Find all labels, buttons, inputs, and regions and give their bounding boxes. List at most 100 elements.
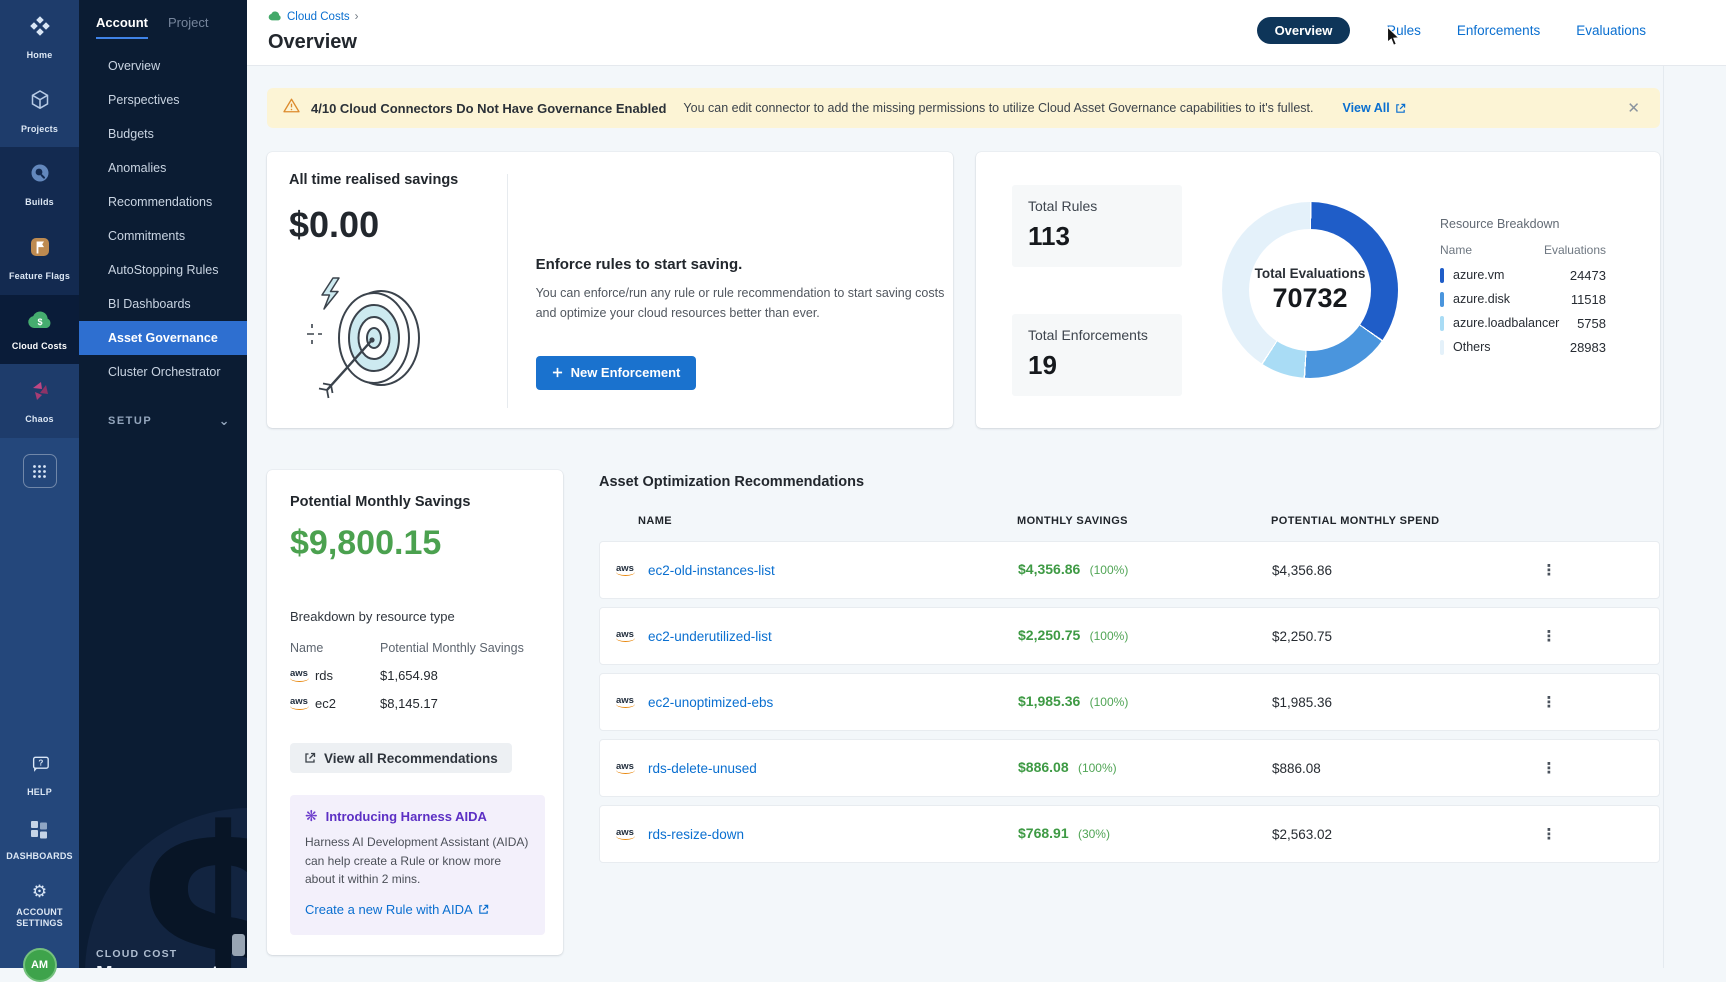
rail-item-label: Cloud Costs: [12, 341, 67, 353]
rail-item-projects[interactable]: Projects: [0, 74, 79, 148]
legend-row: azure.disk 11518: [1440, 292, 1606, 307]
sidebar-menu: OverviewPerspectivesBudgetsAnomaliesReco…: [79, 49, 247, 389]
recommendation-name-link[interactable]: rds-resize-down: [648, 827, 744, 842]
potential-monthly-spend-value: $1,985.36: [1272, 695, 1531, 710]
row-menu-icon[interactable]: ⋮: [1531, 759, 1567, 777]
monthly-savings-value: $1,985.36: [1018, 693, 1080, 709]
potential-monthly-spend-value: $886.08: [1272, 761, 1531, 776]
governance-stats-card: Total Rules 113 Total Enforcements 19 To…: [976, 152, 1660, 428]
legend-resource-name: Others: [1453, 340, 1491, 354]
tab-rules[interactable]: Rules: [1386, 23, 1421, 38]
aws-logo-icon: aws: [616, 762, 634, 775]
breadcrumb-link-cloud-costs[interactable]: Cloud Costs: [287, 11, 350, 23]
apps-grid-icon[interactable]: [23, 454, 57, 488]
close-icon[interactable]: ✕: [1623, 99, 1644, 117]
dashboards-icon: [29, 819, 49, 844]
aws-logo-icon: aws: [616, 696, 634, 709]
total-rules-label: Total Rules: [1028, 198, 1166, 214]
rail-item-cloud-costs[interactable]: $ Cloud Costs: [0, 295, 79, 365]
sidebar-menu-item[interactable]: Anomalies: [79, 151, 247, 185]
recommendation-name-link[interactable]: rds-delete-unused: [648, 761, 757, 776]
rail-item-account-settings[interactable]: ⚙ ACCOUNT SETTINGS: [0, 873, 79, 940]
external-link-icon: [304, 752, 316, 764]
rail-item-dashboards[interactable]: DASHBOARDS: [4, 809, 75, 873]
new-enforcement-button[interactable]: New Enforcement: [536, 356, 697, 390]
row-menu-icon[interactable]: ⋮: [1531, 561, 1567, 579]
sidebar-menu-item[interactable]: Cluster Orchestrator: [79, 355, 247, 389]
table-row: aws rds-resize-down $768.91 (30%) $2,563…: [599, 805, 1660, 863]
potential-savings-card: Potential Monthly Savings $9,800.15 Brea…: [267, 470, 563, 955]
legend-row: azure.loadbalancer 5758: [1440, 316, 1606, 331]
svg-text:$: $: [37, 317, 42, 327]
sidebar-setup-toggle[interactable]: SETUP ⌄: [79, 403, 247, 439]
tab-project[interactable]: Project: [168, 15, 208, 39]
table-row: aws ec2-unoptimized-ebs $1,985.36 (100%)…: [599, 673, 1660, 731]
aida-flower-icon: ❋: [305, 809, 318, 824]
recommendation-name-link[interactable]: ec2-underutilized-list: [648, 629, 772, 644]
sidebar-menu-item[interactable]: Recommendations: [79, 185, 247, 219]
banner-body: You can edit connector to add the missin…: [683, 101, 1313, 115]
tab-evaluations[interactable]: Evaluations: [1576, 23, 1646, 38]
legend-header: Name Evaluations: [1440, 243, 1606, 257]
total-enforcements-stat: Total Enforcements 19: [1012, 314, 1182, 396]
resource-type-name: ec2: [315, 696, 336, 711]
page-tabs: Overview Rules Enforcements Evaluations: [1257, 17, 1646, 44]
breakdown-row: awsec2 $8,145.17: [290, 696, 545, 711]
tab-overview[interactable]: Overview: [1257, 17, 1351, 44]
recommendation-name-link[interactable]: ec2-unoptimized-ebs: [648, 695, 773, 710]
tab-enforcements[interactable]: Enforcements: [1457, 23, 1540, 38]
banner-view-all-link[interactable]: View All: [1342, 101, 1405, 115]
evaluations-donut-chart: Total Evaluations 70732: [1222, 202, 1398, 378]
chaos-icon: [28, 378, 52, 407]
target-illustration: [303, 268, 501, 409]
sidebar-menu-item[interactable]: Asset Governance: [79, 321, 247, 355]
tab-account[interactable]: Account: [96, 15, 148, 39]
plus-icon: [552, 367, 563, 378]
legend-rows: azure.vm 24473 azure.disk 11518 azure.lo…: [1440, 268, 1606, 355]
row-menu-icon[interactable]: ⋮: [1531, 693, 1567, 711]
legend-color-bar: [1440, 340, 1444, 355]
rail-item-chaos[interactable]: Chaos: [0, 364, 79, 438]
sidebar-menu-item[interactable]: BI Dashboards: [79, 287, 247, 321]
aws-logo-icon: aws: [616, 630, 634, 643]
sidebar-menu-item[interactable]: Budgets: [79, 117, 247, 151]
svg-text:?: ?: [38, 759, 43, 768]
monthly-savings-value: $2,250.75: [1018, 627, 1080, 643]
view-all-recommendations-button[interactable]: View all Recommendations: [290, 743, 512, 773]
resource-breakdown-legend: Resource Breakdown Name Evaluations azur…: [1440, 217, 1606, 364]
sidebar-footer: CLOUD COST Management: [96, 948, 218, 968]
legend-resource-name: azure.disk: [1453, 292, 1510, 306]
feature-flags-icon: [28, 235, 52, 264]
warning-triangle-icon: [283, 98, 300, 118]
scope-tabs: Account Project: [79, 0, 247, 39]
chevron-down-icon: ⌄: [219, 413, 231, 429]
rail-item-help[interactable]: ? HELP: [25, 745, 54, 809]
legend-evaluations-value: 28983: [1570, 340, 1606, 355]
user-avatar[interactable]: AM: [23, 948, 57, 982]
sidebar-menu-item[interactable]: Commitments: [79, 219, 247, 253]
donut-center-value: 70732: [1272, 283, 1347, 314]
recommendation-name-link[interactable]: ec2-old-instances-list: [648, 563, 775, 578]
savings-percent: (100%): [1075, 761, 1117, 775]
cloud-costs-icon: [268, 10, 282, 24]
enforce-cta: Enforce rules to start saving. You can e…: [508, 172, 953, 428]
aws-logo-icon: aws: [290, 669, 308, 682]
sidebar-menu-item[interactable]: Perspectives: [79, 83, 247, 117]
external-link-icon: [1395, 103, 1406, 114]
module-rail: Home Projects Builds Feature Flags $ Clo…: [0, 0, 79, 968]
rail-item-feature-flags[interactable]: Feature Flags: [0, 221, 79, 295]
row-menu-icon[interactable]: ⋮: [1531, 627, 1567, 645]
sidebar-menu-item[interactable]: AutoStopping Rules: [79, 253, 247, 287]
page-content: 4/10 Cloud Connectors Do Not Have Govern…: [247, 66, 1726, 968]
row-menu-icon[interactable]: ⋮: [1531, 825, 1567, 843]
sidebar-menu-item[interactable]: Overview: [79, 49, 247, 83]
rail-item-home[interactable]: Home: [0, 0, 79, 74]
legend-resource-name: azure.vm: [1453, 268, 1504, 282]
legend-row: azure.vm 24473: [1440, 268, 1606, 283]
rail-item-builds[interactable]: Builds: [0, 147, 79, 221]
sidebar-collapse-handle[interactable]: [232, 934, 245, 956]
rail-item-label: Projects: [21, 124, 58, 136]
potential-monthly-spend-value: $2,250.75: [1272, 629, 1531, 644]
aws-logo-icon: aws: [616, 564, 634, 577]
create-rule-with-aida-link[interactable]: Create a new Rule with AIDA: [305, 902, 489, 917]
